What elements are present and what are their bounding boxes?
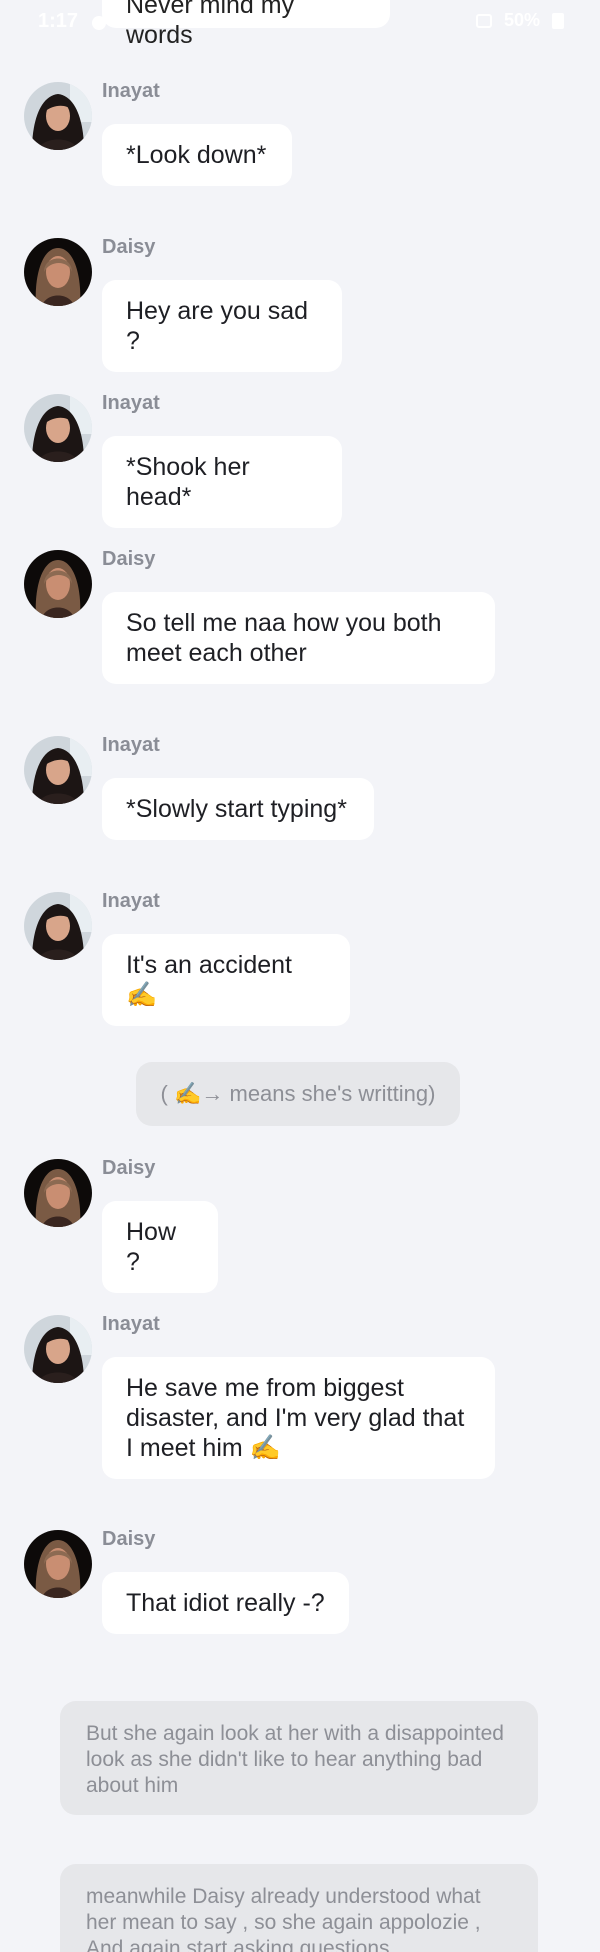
avatar-daisy-image [24, 238, 92, 306]
sender-name: Inayat [102, 734, 160, 756]
avatar-inayat[interactable] [24, 1315, 92, 1383]
avatar-daisy-image [24, 1530, 92, 1598]
avatar-inayat[interactable] [24, 736, 92, 804]
message-bubble[interactable]: He save me from biggest disaster, and I'… [102, 1357, 495, 1479]
wifi-icon [475, 13, 492, 28]
sender-name: Inayat [102, 1313, 160, 1335]
avatar-inayat[interactable] [24, 82, 92, 150]
status-time: 1:17 [38, 10, 79, 32]
narration-block: But she again look at her with a disappo… [60, 1701, 538, 1815]
avatar-daisy-image [24, 1159, 92, 1227]
message-bubble[interactable]: That idiot really -? [102, 1572, 349, 1634]
avatar-inayat-image [24, 394, 92, 462]
avatar-inayat[interactable] [24, 394, 92, 462]
battery-level: 50% [503, 10, 540, 30]
message-bubble[interactable]: How ? [102, 1201, 218, 1293]
avatar-inayat-image [24, 736, 92, 804]
avatar-inayat-image [24, 82, 92, 150]
narration-block: meanwhile Daisy already understood what … [60, 1864, 538, 1952]
message-bubble[interactable]: *Look down* [102, 124, 292, 186]
sender-name: Daisy [102, 1157, 156, 1179]
sender-name: Daisy [102, 236, 156, 258]
message-bubble[interactable]: *Slowly start typing* [102, 778, 374, 840]
message-bubble[interactable]: It's an accident ✍️ [102, 934, 350, 1026]
avatar-inayat-image [24, 1315, 92, 1383]
message-bubble[interactable]: *Shook her head* [102, 436, 342, 528]
sender-name: Inayat [102, 80, 160, 102]
avatar-inayat[interactable] [24, 892, 92, 960]
avatar-daisy[interactable] [24, 1159, 92, 1227]
message-bubble[interactable]: Hey are you sad ? [102, 280, 342, 372]
status-right-group: 50% [475, 10, 564, 31]
avatar-daisy[interactable] [24, 550, 92, 618]
avatar-inayat-image [24, 892, 92, 960]
avatar-daisy[interactable] [24, 238, 92, 306]
sender-name: Inayat [102, 890, 160, 912]
message-bubble-partial[interactable]: Never mind my words [102, 0, 390, 49]
avatar-daisy-image [24, 550, 92, 618]
message-bubble[interactable]: So tell me naa how you both meet each ot… [102, 592, 495, 684]
avatar-daisy[interactable] [24, 1530, 92, 1598]
battery-icon [552, 12, 564, 29]
sender-name: Daisy [102, 548, 156, 570]
chat-screen: 1:17 50% Never mind my words Inayat *Loo… [0, 0, 600, 1952]
sender-name: Daisy [102, 1528, 156, 1550]
sender-name: Inayat [102, 392, 160, 414]
narration-note: ( ✍️→ means she's writting) [136, 1062, 460, 1126]
